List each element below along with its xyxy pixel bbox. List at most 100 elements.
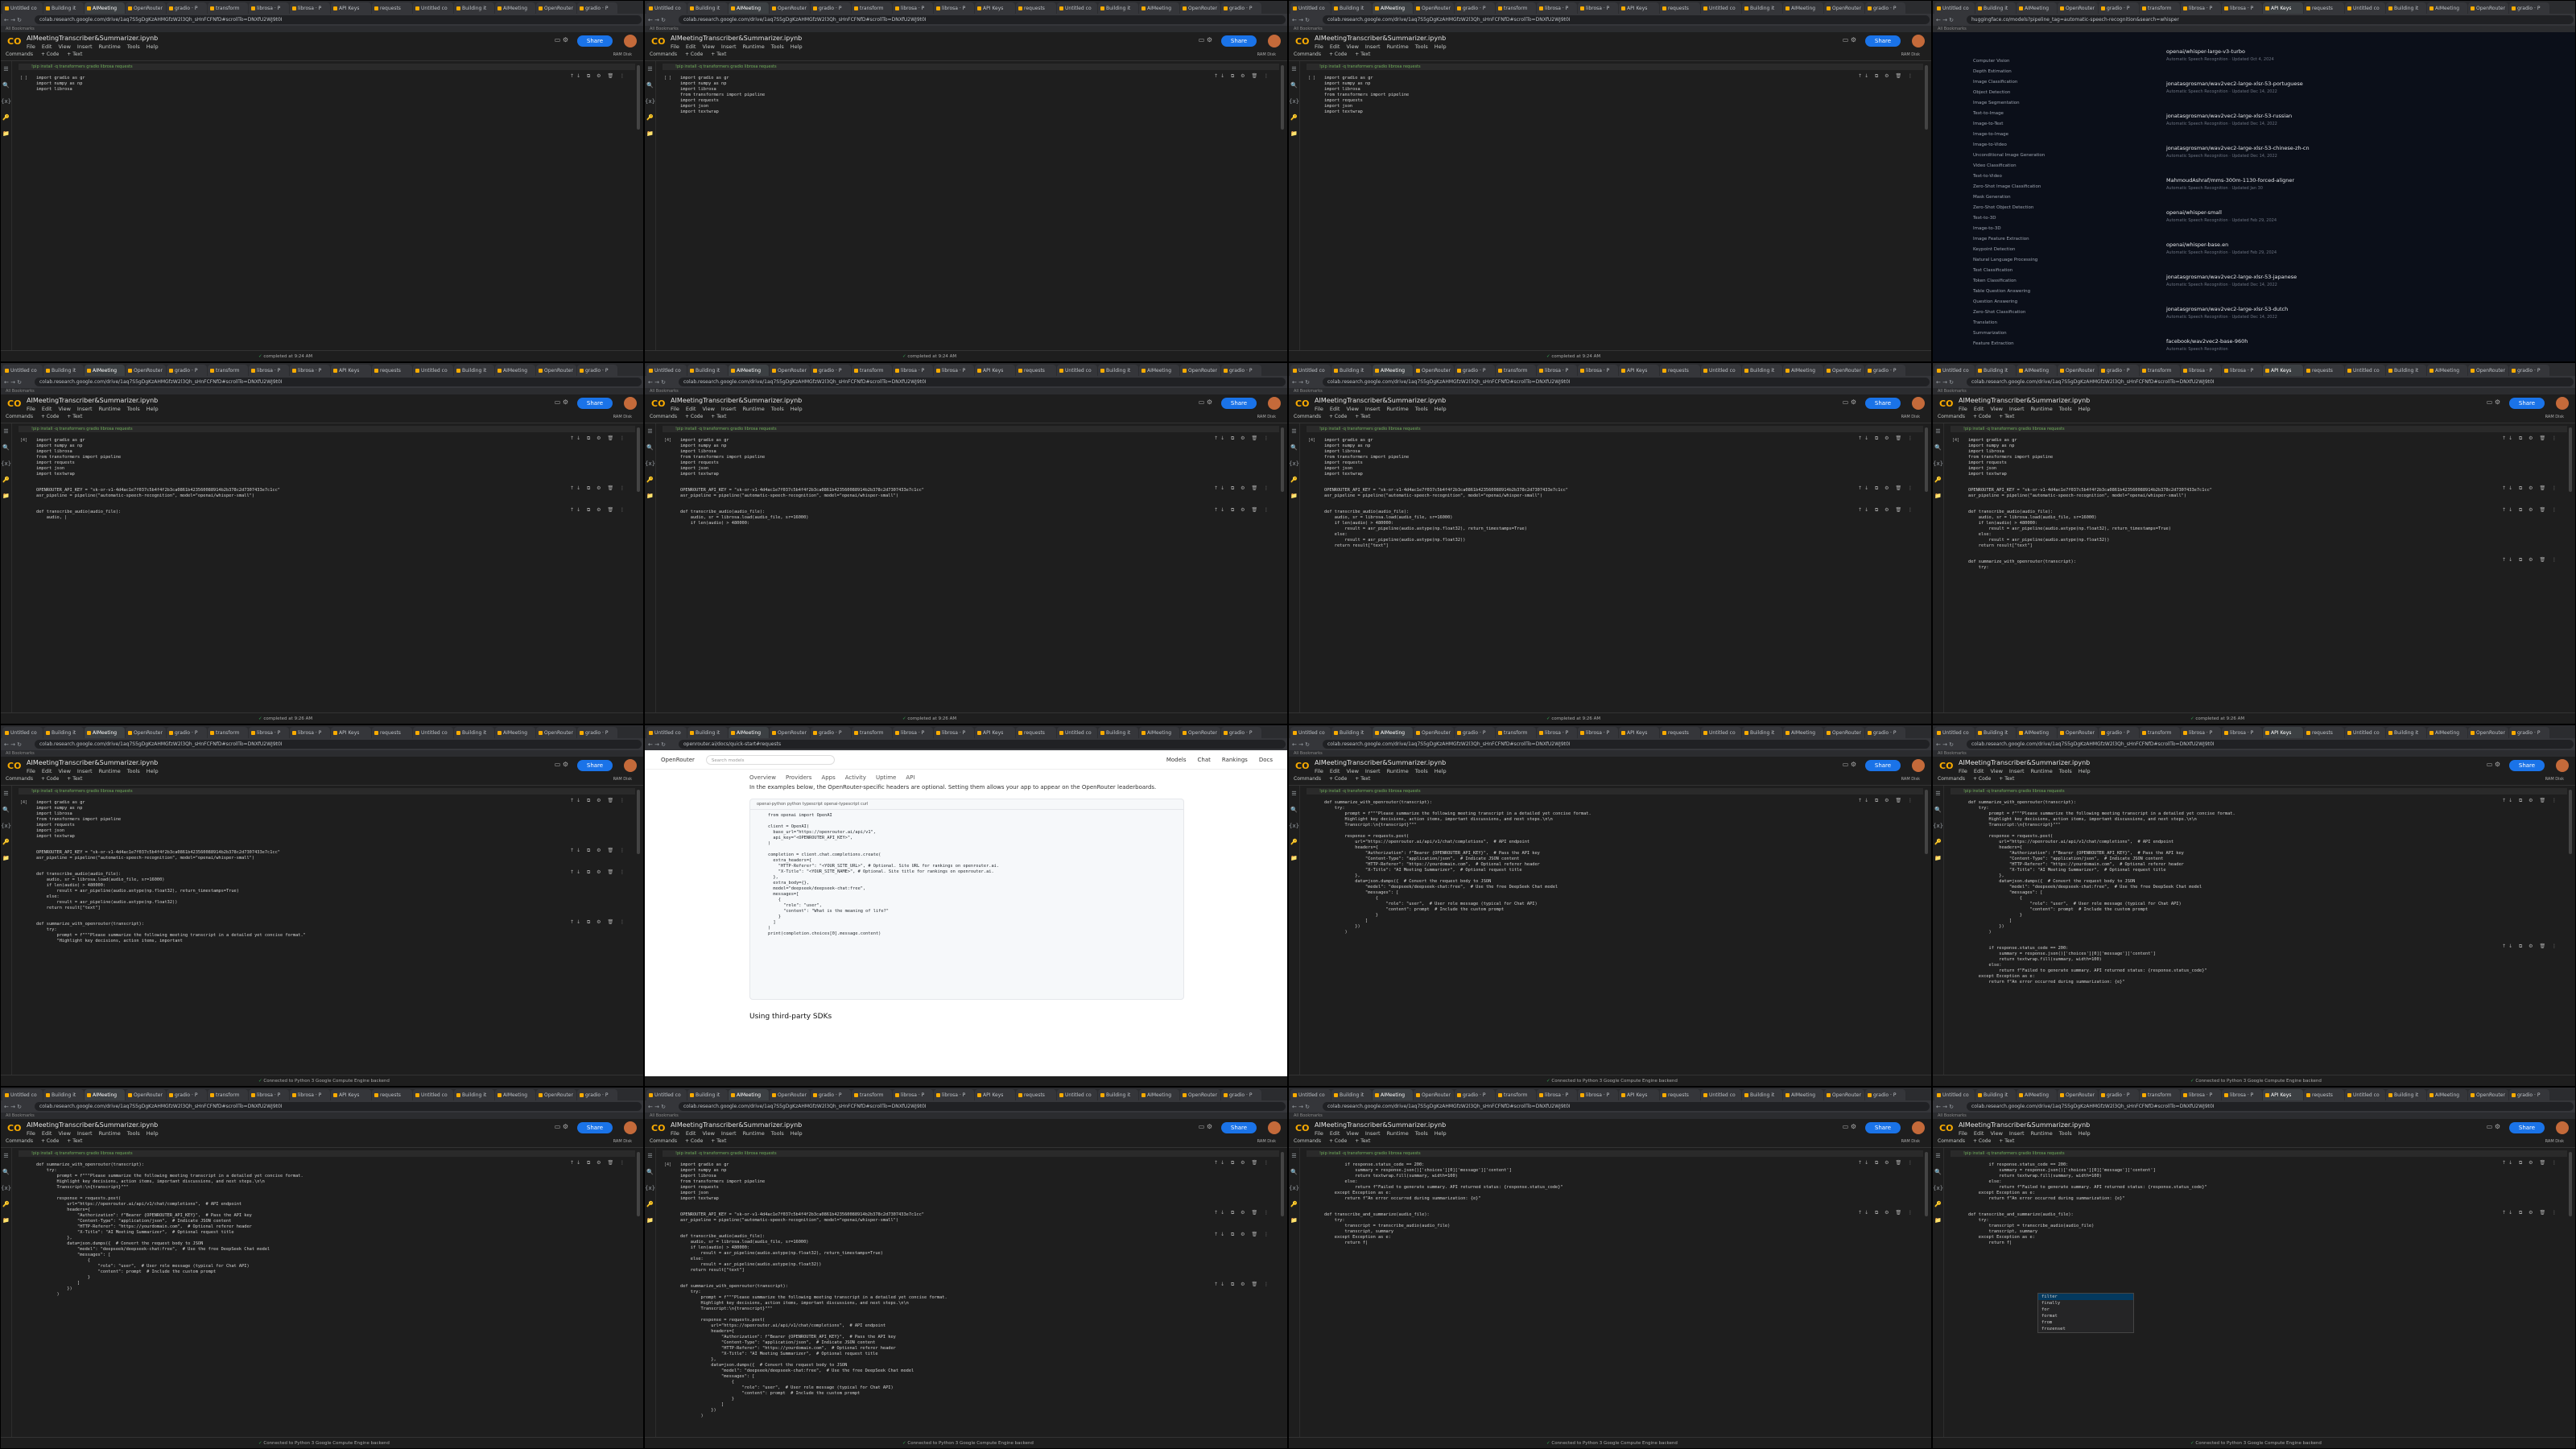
pip-cell[interactable]: !pip install -q transformers gradio libr… bbox=[17, 64, 635, 70]
menu-item[interactable]: Insert bbox=[77, 43, 93, 50]
browser-tab[interactable]: OpenRouter bbox=[770, 727, 810, 738]
secrets-icon[interactable]: 🔑 bbox=[1, 109, 11, 126]
task-item[interactable]: Image-to-Video bbox=[1973, 140, 2134, 151]
code-editor[interactable]: import gradio as gr import numpy as np i… bbox=[19, 800, 635, 840]
code-editor[interactable]: OPENROUTER_API_KEY = "sk-or-v1-4d4ac1e7f… bbox=[1951, 488, 2567, 499]
browser-tab[interactable]: AIMeeting bbox=[2427, 1089, 2467, 1100]
menu-item[interactable]: Tools bbox=[1415, 406, 1428, 412]
share-button[interactable]: Share bbox=[1865, 35, 1901, 47]
code-cell[interactable]: ↑↓ ⧉ ⚙ 🗑 ⋮ OPENROUTER_API_KEY = "sk-or-v1… bbox=[1949, 485, 2567, 504]
browser-tab[interactable]: AIMeeting bbox=[1139, 365, 1179, 376]
browser-tab[interactable]: OpenRouter bbox=[126, 2, 166, 14]
browser-tab[interactable]: Building it bbox=[1742, 2, 1782, 14]
scrollbar[interactable] bbox=[1925, 790, 1928, 854]
menu-item[interactable]: Help bbox=[2079, 768, 2091, 774]
code-cell[interactable]: ↑↓ ⧉ ⚙ 🗑 ⋮ def transcribe_audio(audio_fil… bbox=[661, 507, 1279, 531]
folder-icon[interactable]: 📁 bbox=[1933, 850, 1943, 866]
toolbar-item[interactable]: + Code bbox=[41, 414, 59, 419]
menu-item[interactable]: File bbox=[1315, 406, 1323, 412]
task-item[interactable]: Zero-Shot Classification bbox=[1973, 308, 2134, 318]
menu-item[interactable]: Tools bbox=[1415, 768, 1428, 774]
url-field[interactable]: colab.research.google.com/drive/1aq7S5gD… bbox=[679, 15, 1286, 24]
menu-item[interactable]: Edit bbox=[1974, 768, 1984, 774]
browser-tab[interactable]: AIMeeting bbox=[729, 1089, 769, 1100]
menu-item[interactable]: Runtime bbox=[2031, 1130, 2053, 1137]
browser-tab[interactable]: OpenRouter bbox=[2058, 365, 2098, 376]
browser-tab[interactable]: AIMeeting bbox=[85, 2, 125, 14]
pip-cell[interactable]: !pip install -q transformers gradio libr… bbox=[661, 426, 1279, 432]
variables-icon[interactable]: {x} bbox=[1933, 818, 1943, 834]
menu-item[interactable]: File bbox=[1315, 1130, 1323, 1137]
menu-item[interactable]: File bbox=[27, 43, 35, 50]
code-editor[interactable]: import gradio as gr import numpy as np i… bbox=[1307, 438, 1923, 477]
share-button[interactable]: Share bbox=[577, 1122, 613, 1133]
notebook-title[interactable]: AIMeetingTranscriber&Summarizer.ipynb bbox=[1959, 397, 2090, 404]
browser-tab[interactable]: OpenRouter bbox=[1180, 1089, 1220, 1100]
autocomplete-item[interactable]: finally bbox=[2038, 1300, 2133, 1307]
toc-icon[interactable]: ☰ bbox=[1, 61, 11, 77]
task-item[interactable]: Natural Language Processing bbox=[1973, 255, 2134, 266]
menu-item[interactable]: Edit bbox=[1330, 1130, 1340, 1137]
browser-tab[interactable]: requests bbox=[2304, 1089, 2344, 1100]
code-editor[interactable]: def summarize_with_openrouter(transcript… bbox=[1307, 800, 1923, 935]
or-subnav-item[interactable]: API bbox=[906, 774, 914, 781]
toolbar-item[interactable]: Commands bbox=[1938, 776, 1965, 782]
task-item[interactable]: Question Answering bbox=[1973, 297, 2134, 308]
browser-tab[interactable]: requests bbox=[2304, 727, 2344, 738]
task-item[interactable]: Unconditional Image Generation bbox=[1973, 151, 2134, 161]
model-item[interactable]: jonatasgrosman/wav2vec2-large-xlsr-53-du… bbox=[2166, 306, 2553, 338]
browser-tab[interactable]: Untitled co bbox=[2345, 727, 2385, 738]
browser-tab[interactable]: AIMeeting bbox=[2427, 365, 2467, 376]
pip-cell[interactable]: !pip install -q transformers gradio libr… bbox=[1305, 788, 1923, 795]
browser-tab[interactable]: API Keys bbox=[975, 365, 1015, 376]
secrets-icon[interactable]: 🔑 bbox=[1289, 109, 1299, 126]
code-editor[interactable]: OPENROUTER_API_KEY = "sk-or-v1-4d4ac1e7f… bbox=[19, 850, 635, 861]
browser-tab[interactable]: Untitled co bbox=[646, 1089, 687, 1100]
browser-tab[interactable]: requests bbox=[2304, 365, 2344, 376]
browser-tab[interactable]: Building it bbox=[43, 727, 84, 738]
code-editor[interactable]: if response.status_code == 200: summary … bbox=[1307, 1162, 1923, 1202]
browser-tab[interactable]: gradio · P bbox=[1865, 365, 1905, 376]
code-editor[interactable]: def transcribe_and_summarize(audio_file)… bbox=[1951, 1212, 2567, 1246]
browser-tab[interactable]: librosa · P bbox=[249, 2, 289, 14]
browser-tab[interactable]: Untitled co bbox=[1934, 365, 1975, 376]
avatar[interactable] bbox=[2556, 759, 2569, 772]
browser-tab[interactable]: librosa · P bbox=[893, 365, 933, 376]
notebook-title[interactable]: AIMeetingTranscriber&Summarizer.ipynb bbox=[671, 1121, 802, 1129]
ram-indicator[interactable]: RAM Disk bbox=[1257, 415, 1276, 419]
browser-tab[interactable]: Building it bbox=[1331, 1089, 1372, 1100]
browser-tab[interactable]: Building it bbox=[43, 1089, 84, 1100]
ram-indicator[interactable]: RAM Disk bbox=[613, 415, 632, 419]
menu-item[interactable]: Edit bbox=[1330, 43, 1340, 50]
browser-tab[interactable]: gradio · P bbox=[1455, 1089, 1495, 1100]
menu-item[interactable]: File bbox=[1959, 768, 1967, 774]
model-name[interactable]: jonatasgrosman/wav2vec2-large-xlsr-53-ch… bbox=[2166, 145, 2553, 151]
avatar[interactable] bbox=[1268, 397, 1281, 410]
code-cell[interactable]: ↑↓ ⧉ ⚙ 🗑 ⋮ def summarize_with_openrouter(… bbox=[17, 919, 635, 949]
browser-tab[interactable]: Untitled co bbox=[1057, 727, 1097, 738]
browser-tab[interactable]: librosa · P bbox=[249, 1089, 289, 1100]
browser-tab[interactable]: gradio · P bbox=[167, 2, 207, 14]
nav-buttons[interactable]: ← → ↻ bbox=[648, 741, 679, 748]
search-icon[interactable]: 🔍 bbox=[1289, 802, 1299, 818]
browser-tab[interactable]: Untitled co bbox=[2345, 2, 2385, 14]
or-brand[interactable]: OpenRouter bbox=[661, 757, 695, 763]
browser-tab[interactable]: AIMeeting bbox=[1783, 1089, 1823, 1100]
secrets-icon[interactable]: 🔑 bbox=[1289, 1196, 1299, 1212]
menu-item[interactable]: Tools bbox=[771, 1130, 784, 1137]
browser-tab[interactable]: gradio · P bbox=[577, 2, 617, 14]
browser-tab[interactable]: requests bbox=[372, 2, 412, 14]
browser-tab[interactable]: transform bbox=[2140, 2, 2180, 14]
autocomplete-item[interactable]: format bbox=[2038, 1313, 2133, 1319]
browser-tab[interactable]: Untitled co bbox=[646, 365, 687, 376]
browser-tab[interactable]: librosa · P bbox=[2222, 2, 2262, 14]
browser-tab[interactable]: gradio · P bbox=[811, 2, 851, 14]
browser-tab[interactable]: librosa · P bbox=[934, 2, 974, 14]
browser-tab[interactable]: AIMeeting bbox=[2427, 2, 2467, 14]
browser-tab[interactable]: AIMeeting bbox=[1783, 365, 1823, 376]
menu-item[interactable]: Help bbox=[147, 406, 159, 412]
toolbar-item[interactable]: + Text bbox=[1999, 776, 2014, 782]
autocomplete-item[interactable]: for bbox=[2038, 1307, 2133, 1313]
browser-tab[interactable]: Building it bbox=[2386, 2, 2426, 14]
folder-icon[interactable]: 📁 bbox=[1, 126, 11, 142]
